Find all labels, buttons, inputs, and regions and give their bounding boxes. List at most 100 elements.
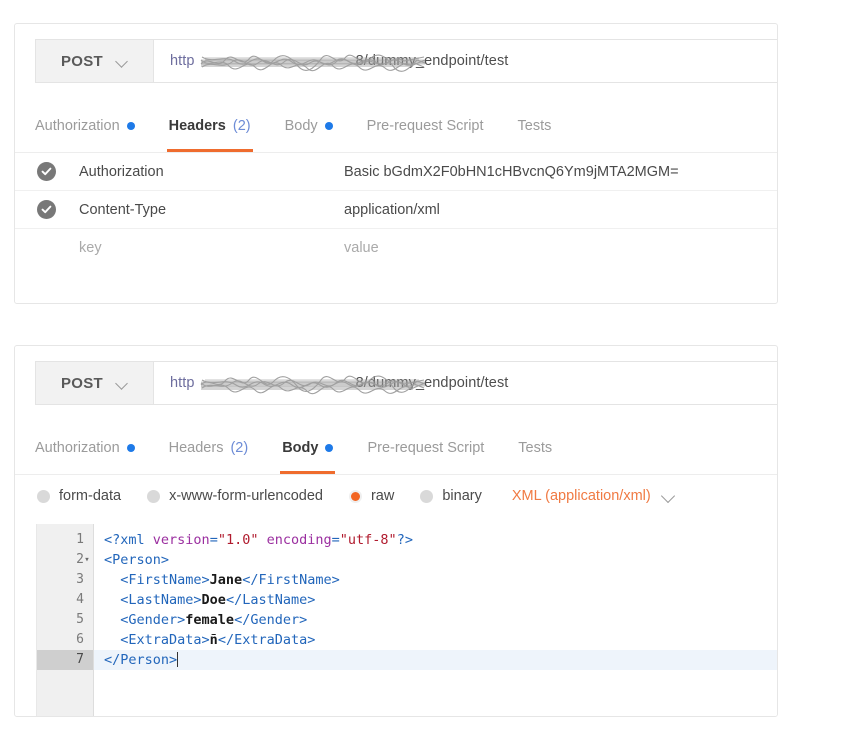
- chevron-down-icon: [117, 56, 128, 67]
- url-text: http 8/dummy_endpoint/test: [170, 375, 508, 391]
- url-scheme: http: [170, 375, 195, 391]
- url-bar: POST http 8/dummy_endpoint/test: [35, 361, 777, 405]
- raw-body-editor[interactable]: 12▾34567 <?xml version="1.0" encoding="u…: [36, 524, 777, 716]
- header-value-input-placeholder[interactable]: value: [344, 240, 777, 256]
- tab-label: Body: [282, 440, 318, 456]
- code-line[interactable]: <LastName>Doe</LastName>: [94, 590, 777, 610]
- url-redaction-spacer: [195, 375, 356, 391]
- fold-arrow-icon[interactable]: ▾: [82, 550, 92, 570]
- tab-label: Authorization: [35, 118, 120, 134]
- table-row: AuthorizationBasic bGdmX2F0bHN1cHBvcnQ6Y…: [15, 153, 777, 191]
- chevron-down-icon: [663, 490, 675, 502]
- code-line[interactable]: <Gender>female</Gender>: [94, 610, 777, 630]
- line-number: 6: [37, 630, 93, 650]
- body-mode-label: binary: [442, 488, 482, 504]
- code-line[interactable]: </Person>: [94, 650, 777, 670]
- code-line[interactable]: <FirstName>Jane</FirstName>: [94, 570, 777, 590]
- code-token-txt: female: [185, 612, 234, 628]
- code-token-tag: </LastName>: [226, 592, 315, 608]
- request-panel-body: POST http 8/dummy_endpoint/test: [14, 345, 778, 717]
- tab-count-badge: (2): [230, 440, 248, 456]
- header-enabled-checkbox[interactable]: [15, 162, 77, 181]
- body-mode-x-www-form-urlencoded[interactable]: x-www-form-urlencoded: [147, 488, 323, 504]
- http-method-label: POST: [61, 375, 103, 392]
- tab-modified-dot-icon: [325, 122, 333, 130]
- table-row: Content-Typeapplication/xml: [15, 191, 777, 229]
- url-redaction-spacer: [195, 53, 356, 69]
- body-mode-row: form-data x-www-form-urlencoded raw binary X…: [15, 475, 777, 517]
- tab-authorization[interactable]: Authorization: [35, 109, 135, 152]
- code-line[interactable]: <?xml version="1.0" encoding="utf-8"?>: [94, 530, 777, 550]
- tab-label: Headers: [169, 440, 224, 456]
- code-token-pi: =: [210, 532, 218, 548]
- url-bar: POST http 8/dummy_endpoint/test: [35, 39, 777, 83]
- http-method-selector[interactable]: POST: [36, 40, 154, 82]
- request-panel-headers: POST http 8/dummy_endpoint/test: [14, 23, 778, 304]
- tab-label: Headers: [169, 118, 226, 134]
- header-enabled-checkbox[interactable]: [15, 200, 77, 219]
- tab-pre-request-script[interactable]: Pre-request Script: [367, 431, 484, 474]
- radio-icon: [37, 490, 50, 503]
- tab-modified-dot-icon: [127, 444, 135, 452]
- tab-label: Tests: [518, 118, 552, 134]
- url-suffix: 8/dummy_endpoint/test: [356, 53, 509, 69]
- header-value-cell[interactable]: application/xml: [344, 202, 777, 218]
- line-number: 2▾: [37, 550, 93, 570]
- tab-headers[interactable]: Headers (2): [169, 431, 249, 474]
- tab-authorization[interactable]: Authorization: [35, 431, 135, 474]
- body-mode-binary[interactable]: binary: [420, 488, 482, 504]
- body-mode-label: x-www-form-urlencoded: [169, 488, 323, 504]
- header-key-cell[interactable]: Content-Type: [77, 202, 344, 218]
- tab-label: Pre-request Script: [367, 118, 484, 134]
- line-number: 4: [37, 590, 93, 610]
- tab-pre-request-script[interactable]: Pre-request Script: [367, 109, 484, 152]
- code-token-txt: Doe: [202, 592, 226, 608]
- url-input[interactable]: http 8/dummy_endpoint/test: [154, 362, 777, 404]
- url-suffix: 8/dummy_endpoint/test: [356, 375, 509, 391]
- editor-line-number-gutter: 12▾34567: [37, 524, 94, 716]
- code-token-str: "utf-8": [340, 532, 397, 548]
- header-key-cell[interactable]: Authorization: [77, 164, 344, 180]
- tab-label: Tests: [518, 440, 552, 456]
- text-caret: [177, 652, 178, 667]
- code-token-pi: [258, 532, 266, 548]
- radio-icon: [420, 490, 433, 503]
- code-token-pi: ?>: [397, 532, 413, 548]
- line-number: 7: [37, 650, 93, 670]
- line-number: 5: [37, 610, 93, 630]
- tab-label: Authorization: [35, 440, 120, 456]
- code-token-attr: version: [153, 532, 210, 548]
- url-input[interactable]: http 8/dummy_endpoint/test: [154, 40, 777, 82]
- headers-key-value-table: AuthorizationBasic bGdmX2F0bHN1cHBvcnQ6Y…: [15, 153, 777, 267]
- body-mode-form-data[interactable]: form-data: [37, 488, 121, 504]
- line-number: 3: [37, 570, 93, 590]
- http-method-label: POST: [61, 53, 103, 70]
- body-mime-type-selector[interactable]: XML (application/xml): [512, 488, 675, 504]
- body-mode-raw[interactable]: raw: [349, 488, 394, 504]
- code-token-tag: </Person>: [104, 652, 177, 668]
- code-token-str: "1.0": [218, 532, 259, 548]
- url-scheme: http: [170, 53, 195, 69]
- url-text: http 8/dummy_endpoint/test: [170, 53, 508, 69]
- tab-tests[interactable]: Tests: [518, 431, 552, 474]
- check-icon: [37, 162, 56, 181]
- tab-tests[interactable]: Tests: [518, 109, 552, 152]
- radio-icon: [147, 490, 160, 503]
- tab-modified-dot-icon: [127, 122, 135, 130]
- editor-code-area[interactable]: <?xml version="1.0" encoding="utf-8"?><P…: [94, 524, 777, 716]
- tab-body[interactable]: Body: [285, 109, 333, 152]
- code-token-pi: <?xml: [104, 532, 153, 548]
- code-token-attr: encoding: [267, 532, 332, 548]
- tab-modified-dot-icon: [325, 444, 333, 452]
- code-line[interactable]: <Person>: [94, 550, 777, 570]
- code-token-txt: ñ: [210, 632, 218, 648]
- header-value-cell[interactable]: Basic bGdmX2F0bHN1cHBvcnQ6Ym9jMTA2MGM=: [344, 164, 777, 180]
- tab-headers[interactable]: Headers(2): [169, 109, 251, 152]
- code-line[interactable]: <ExtraData>ñ</ExtraData>: [94, 630, 777, 650]
- http-method-selector[interactable]: POST: [36, 362, 154, 404]
- code-token-tag: </Gender>: [234, 612, 307, 628]
- code-token-txt: Jane: [210, 572, 243, 588]
- line-number: 1: [37, 530, 93, 550]
- tab-body[interactable]: Body: [282, 431, 333, 474]
- header-key-input-placeholder[interactable]: key: [77, 240, 344, 256]
